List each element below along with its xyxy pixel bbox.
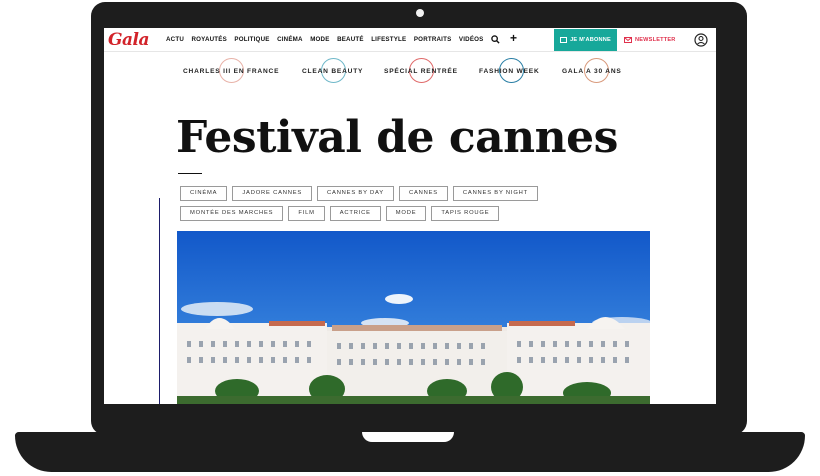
tag-jadore-cannes[interactable]: JADORE CANNES (232, 186, 313, 201)
tag-row: CINÉMA JADORE CANNES CANNES BY DAY CANNE… (180, 186, 560, 201)
trend-clean-beauty[interactable]: CLEAN BEAUTY (302, 68, 363, 75)
tag-cannes-by-night[interactable]: CANNES BY NIGHT (452, 186, 538, 201)
trend-fashion-week[interactable]: FASHION WEEK (479, 68, 540, 75)
account-icon[interactable] (694, 33, 708, 47)
plus-icon[interactable]: + (510, 31, 517, 45)
main-nav: ACTU ROYAUTÉS POLITIQUE CINÉMA MODE BEAU… (166, 36, 484, 43)
nav-item-actu[interactable]: ACTU (166, 36, 184, 43)
nav-item-politique[interactable]: POLITIQUE (234, 36, 269, 43)
nav-item-beaute[interactable]: BEAUTÉ (337, 36, 364, 43)
tag-row: MONTÉE DES MARCHES FILM ACTRICE MODE TAP… (180, 206, 560, 221)
card-icon (560, 37, 568, 43)
side-divider (159, 198, 160, 404)
tag-mode[interactable]: MODE (385, 206, 427, 221)
hero-image (177, 231, 650, 404)
camera-icon (416, 9, 424, 17)
nav-item-lifestyle[interactable]: LIFESTYLE (371, 36, 406, 43)
trending-topics: CHARLES III EN FRANCE CLEAN BEAUTY SPÉCI… (104, 58, 716, 90)
browser-screen: Gala ACTU ROYAUTÉS POLITIQUE CINÉMA MODE… (104, 28, 716, 404)
trend-special-rentree[interactable]: SPÉCIAL RENTRÉE (384, 68, 458, 75)
nav-item-portraits[interactable]: PORTRAITS (414, 36, 452, 43)
tag-tapis-rouge[interactable]: TAPIS ROUGE (431, 206, 500, 221)
tag-list: CINÉMA JADORE CANNES CANNES BY DAY CANNE… (180, 186, 560, 226)
tag-cinema[interactable]: CINÉMA (180, 186, 228, 201)
mail-icon (624, 37, 632, 43)
trend-charles-iii[interactable]: CHARLES III EN FRANCE (183, 68, 279, 75)
nav-item-mode[interactable]: MODE (310, 36, 329, 43)
title-divider (178, 173, 202, 174)
tag-film[interactable]: FILM (288, 206, 325, 221)
tag-cannes[interactable]: CANNES (398, 186, 448, 201)
nav-item-royautes[interactable]: ROYAUTÉS (192, 36, 227, 43)
subscribe-label: JE M'ABONNE (570, 37, 611, 43)
search-icon[interactable] (491, 35, 500, 44)
tag-montee-des-marches[interactable]: MONTÉE DES MARCHES (180, 206, 284, 221)
nav-item-cinema[interactable]: CINÉMA (277, 36, 303, 43)
laptop-notch (362, 432, 454, 442)
tag-actrice[interactable]: ACTRICE (329, 206, 381, 221)
top-navigation: Gala ACTU ROYAUTÉS POLITIQUE CINÉMA MODE… (104, 28, 716, 52)
trend-gala-30-ans[interactable]: GALA A 30 ANS (562, 68, 622, 75)
subscribe-button[interactable]: JE M'ABONNE (554, 29, 617, 51)
nav-item-videos[interactable]: VIDÉOS (459, 36, 484, 43)
newsletter-button[interactable]: NEWSLETTER (624, 29, 676, 51)
site-logo[interactable]: Gala (108, 30, 150, 50)
newsletter-label: NEWSLETTER (635, 37, 676, 43)
tag-cannes-by-day[interactable]: CANNES BY DAY (317, 186, 394, 201)
page-title: Festival de cannes (176, 112, 618, 163)
